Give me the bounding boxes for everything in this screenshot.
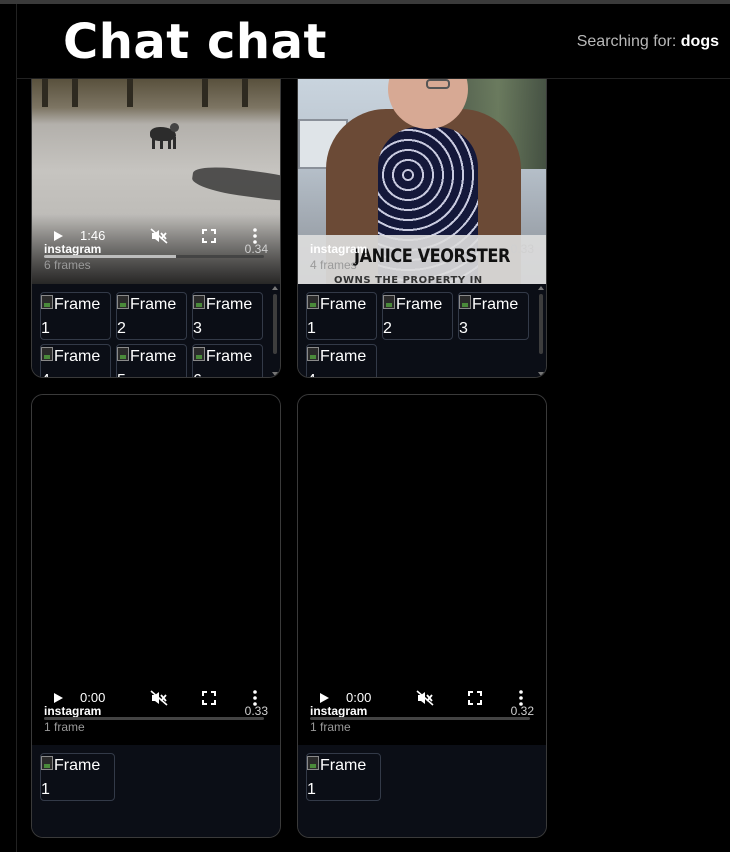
result-score: 0.34	[244, 242, 268, 256]
frame-thumbnail[interactable]: Frame4	[306, 344, 377, 377]
frame-thumbnails: Frame1 Frame2 Frame3 Frame4 Frame5 Frame…	[32, 284, 280, 377]
frame-thumbnails: Frame 1	[32, 745, 280, 837]
frame-thumbnail[interactable]: Frame 3	[458, 292, 529, 340]
frame-thumbnail[interactable]: Frame 1	[40, 292, 111, 340]
frame-count: 4 frames	[310, 258, 357, 272]
frame-thumbnail[interactable]: Frame5	[116, 344, 187, 377]
frame-thumbnail[interactable]: Frame 2	[116, 292, 187, 340]
app-header: Chat chat Searching for: dogs	[17, 4, 730, 79]
fullscreen-icon[interactable]	[202, 229, 216, 243]
frame-count: 1 frame	[310, 720, 351, 734]
result-score: 0.33	[244, 704, 268, 718]
result-card: JANICE VEORSTER OWNS THE PROPERTY IN QUE…	[297, 79, 547, 378]
fullscreen-icon[interactable]	[202, 691, 216, 705]
result-score: 0.32	[510, 704, 534, 718]
search-status: Searching for: dogs	[577, 33, 719, 51]
result-score: 0.33	[510, 242, 534, 256]
result-source: instagram	[310, 242, 368, 256]
fullscreen-icon[interactable]	[468, 691, 482, 705]
frame-thumbnail[interactable]: Frame 1	[40, 753, 115, 801]
result-card: 0:00 instagram 0.32 1 frame Frame 1	[297, 394, 547, 838]
search-term: dogs	[680, 33, 719, 50]
result-card: 0:00 instagram 0.33 1 frame Frame 1	[31, 394, 281, 838]
frame-count: 1 frame	[44, 720, 85, 734]
left-sidebar-rail	[16, 4, 17, 852]
video-player[interactable]: 1:46 instagram 0.34 6 frames	[32, 79, 280, 284]
frame-thumbnail[interactable]: Frame 1	[306, 753, 381, 801]
result-card: 1:46 instagram 0.34 6 frames Frame 1 Fram…	[31, 79, 281, 378]
video-player[interactable]: JANICE VEORSTER OWNS THE PROPERTY IN QUE…	[298, 79, 546, 284]
frame-thumbnail[interactable]: Frame6	[192, 344, 263, 377]
result-source: instagram	[44, 704, 102, 718]
frame-thumbnail[interactable]: Frame 2	[382, 292, 453, 340]
thumbnails-scrollbar[interactable]	[539, 294, 543, 354]
app-title: Chat chat	[63, 14, 327, 70]
result-source: instagram	[44, 242, 102, 256]
frame-thumbnails: Frame 1	[298, 745, 546, 837]
frame-thumbnail[interactable]: Frame 3	[192, 292, 263, 340]
frame-thumbnail[interactable]: Frame4	[40, 344, 111, 377]
video-player[interactable]: 0:00 instagram 0.32 1 frame	[298, 395, 546, 745]
result-source: instagram	[310, 704, 368, 718]
thumbnails-scrollbar[interactable]	[273, 294, 277, 354]
frame-thumbnails: Frame1 Frame2 Frame3 Frame4	[298, 284, 546, 377]
frame-count: 6 frames	[44, 258, 91, 272]
video-player[interactable]: 0:00 instagram 0.33 1 frame	[32, 395, 280, 745]
frame-thumbnail[interactable]: Frame 1	[306, 292, 377, 340]
search-prefix: Searching for:	[576, 33, 677, 50]
